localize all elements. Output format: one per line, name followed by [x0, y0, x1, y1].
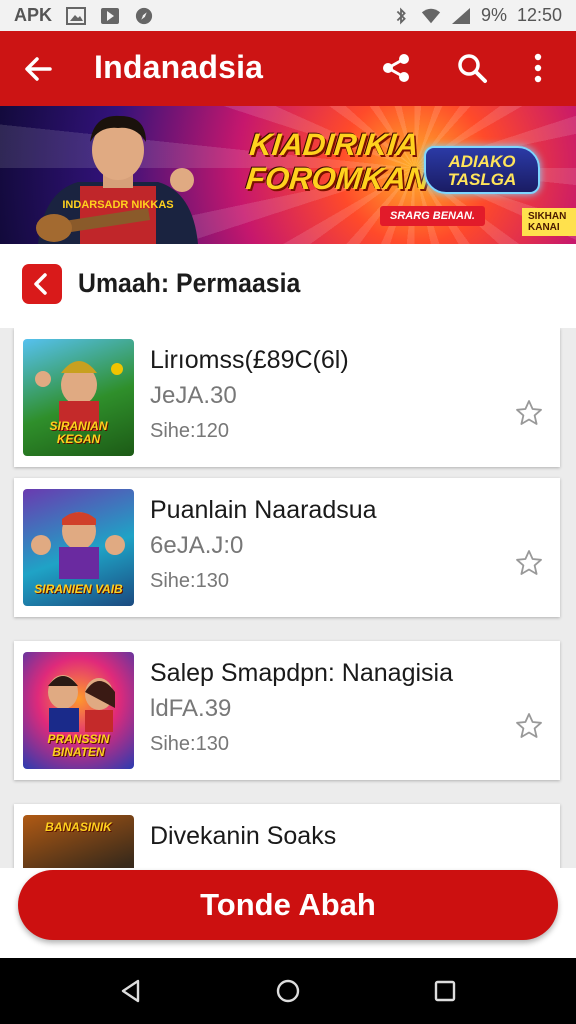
game-size: Sihe:120 — [150, 420, 229, 442]
nav-recents-icon[interactable] — [432, 978, 458, 1004]
bluetooth-icon — [396, 7, 406, 24]
search-icon[interactable] — [456, 52, 488, 84]
footer-bar: Tonde Abah — [0, 868, 576, 958]
section-back-button[interactable] — [22, 264, 62, 304]
more-options-icon[interactable] — [528, 52, 548, 84]
thumbnail-caption: BANASINIK — [45, 820, 112, 834]
wifi-icon — [421, 8, 441, 23]
list-item[interactable]: BANASINIK Divekanin Soaks — [14, 804, 560, 868]
status-bar: APK 9% 12:50 — [0, 0, 576, 31]
game-title: Salep Smapdpn: Nanagisia — [150, 659, 453, 687]
primary-action-button[interactable]: Tonde Abah — [18, 870, 558, 940]
back-arrow-icon[interactable] — [20, 51, 56, 87]
list-item[interactable]: SIRANIAN KEGAN Lirıomss(£89C(6l) JeJA.30… — [14, 328, 560, 467]
compass-icon — [135, 7, 153, 24]
game-title: Puanlain Naaradsua — [150, 496, 377, 524]
game-thumbnail: SIRANIAN KEGAN — [23, 339, 134, 456]
thumbnail-caption: SIRANIAN KEGAN — [49, 419, 108, 446]
game-price: 6eJA.J:0 — [150, 532, 244, 559]
image-icon — [66, 6, 87, 25]
game-thumbnail: BANASINIK — [23, 815, 134, 868]
app-title: Indanadsia — [94, 49, 264, 85]
promo-banner[interactable]: INDARSADR NIKKAS KIADIRIKIA FOROMKAN ADI… — [0, 106, 576, 244]
game-thumbnail: PRANSSIN BINATEN — [23, 652, 134, 769]
system-nav-bar — [0, 958, 576, 1024]
game-price: JeJA.30 — [150, 382, 237, 409]
game-price: ldFA.39 — [150, 695, 232, 722]
banner-logo: ADIAKO TASLGA — [424, 146, 540, 194]
nav-back-icon[interactable] — [118, 978, 144, 1004]
banner-corner-tag: SIKHAN KANAI — [522, 208, 576, 236]
thumbnail-caption: SIRANIEN VAIB — [34, 582, 123, 596]
list-item[interactable]: PRANSSIN BINATEN Salep Smapdpn: Nanagisi… — [14, 641, 560, 780]
chevron-left-icon — [34, 273, 47, 295]
nav-home-icon[interactable] — [275, 978, 301, 1004]
banner-headline: KIADIRIKIA FOROMKAN — [244, 127, 431, 196]
battery-percent: 9% — [480, 5, 507, 25]
status-time: 12:50 — [516, 5, 562, 25]
play-store-icon — [101, 7, 120, 24]
game-title: Divekanin Soaks — [150, 822, 337, 850]
section-title: Umaah: Permaasia — [78, 268, 301, 298]
section-header: Umaah: Permaasia — [0, 244, 576, 328]
app-bar: Indanadsia — [0, 31, 576, 106]
star-outline-icon[interactable] — [514, 711, 544, 741]
signal-icon — [451, 7, 470, 24]
banner-pill: SRARG BENAN. — [380, 206, 485, 226]
list-item[interactable]: SIRANIEN VAIB Puanlain Naaradsua 6eJA.J:… — [14, 478, 560, 617]
game-title: Lirıomss(£89C(6l) — [150, 346, 349, 374]
banner-shirt-text: INDARSADR NIKKAS — [62, 199, 173, 211]
thumbnail-caption: PRANSSIN BINATEN — [47, 732, 110, 759]
game-thumbnail: SIRANIEN VAIB — [23, 489, 134, 606]
game-size: Sihe:130 — [150, 733, 229, 755]
status-app-label: APK — [14, 5, 53, 25]
star-outline-icon[interactable] — [514, 398, 544, 428]
game-list[interactable]: SIRANIAN KEGAN Lirıomss(£89C(6l) JeJA.30… — [0, 328, 576, 868]
share-icon[interactable] — [380, 52, 412, 84]
game-size: Sihe:130 — [150, 570, 229, 592]
banner-character-illustration: INDARSADR NIKKAS — [36, 115, 198, 244]
star-outline-icon[interactable] — [514, 548, 544, 578]
